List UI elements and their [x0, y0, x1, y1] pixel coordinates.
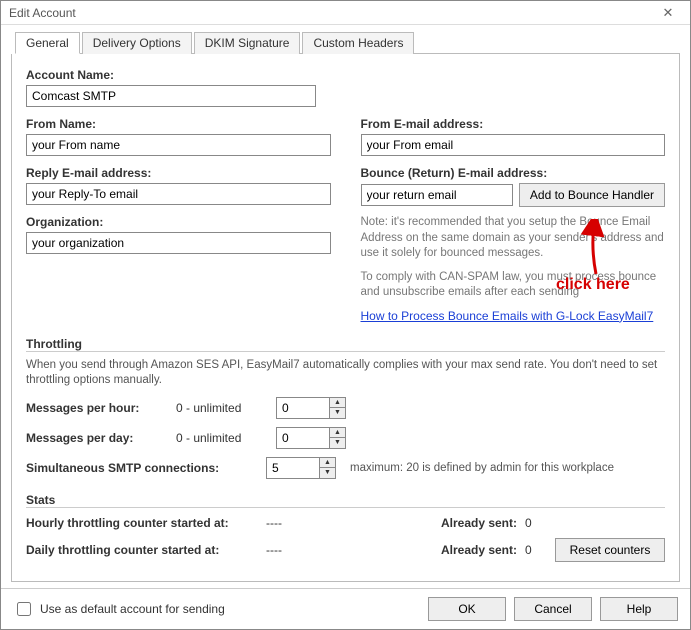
msg-per-hour-label: Messages per hour: [26, 401, 166, 415]
account-name-input[interactable] [26, 85, 316, 107]
daily-counter-value: ---- [266, 543, 326, 557]
daily-sent-label: Already sent: [417, 543, 517, 557]
chevron-up-icon[interactable]: ▲ [330, 428, 345, 439]
reply-email-input[interactable] [26, 183, 331, 205]
hourly-counter-label: Hourly throttling counter started at: [26, 516, 266, 530]
bounce-note-2: To comply with CAN-SPAM law, you must pr… [361, 270, 666, 301]
tab-general[interactable]: General [15, 32, 80, 54]
hourly-sent-value: 0 [525, 516, 555, 530]
msg-per-day-label: Messages per day: [26, 431, 166, 445]
organization-label: Organization: [26, 215, 331, 229]
from-email-label: From E-mail address: [361, 117, 666, 131]
msg-per-day-input[interactable] [277, 428, 329, 448]
from-email-input[interactable] [361, 134, 666, 156]
add-to-bounce-handler-button[interactable]: Add to Bounce Handler [519, 183, 665, 207]
tab-strip: General Delivery Options DKIM Signature … [15, 31, 680, 54]
smtp-conn-label: Simultaneous SMTP connections: [26, 461, 256, 475]
chevron-up-icon[interactable]: ▲ [320, 458, 335, 469]
reset-counters-button[interactable]: Reset counters [555, 538, 665, 562]
edit-account-window: Edit Account ✕ General Delivery Options … [0, 0, 691, 630]
ok-button[interactable]: OK [428, 597, 506, 621]
general-pane: Account Name: From Name: Reply E-mail ad… [11, 54, 680, 582]
default-account-text: Use as default account for sending [40, 602, 225, 616]
chevron-up-icon[interactable]: ▲ [330, 398, 345, 409]
from-name-input[interactable] [26, 134, 331, 156]
msg-per-hour-info: 0 - unlimited [176, 401, 266, 415]
smtp-conn-max: maximum: 20 is defined by admin for this… [350, 462, 614, 474]
bottom-bar: Use as default account for sending OK Ca… [1, 588, 690, 629]
reply-email-label: Reply E-mail address: [26, 166, 331, 180]
stats-title: Stats [26, 493, 665, 508]
msg-per-day-spinner[interactable]: ▲ ▼ [276, 427, 346, 449]
tab-dkim-signature[interactable]: DKIM Signature [194, 32, 301, 54]
bounce-email-input[interactable] [361, 184, 513, 206]
msg-per-hour-spinner[interactable]: ▲ ▼ [276, 397, 346, 419]
hourly-sent-label: Already sent: [417, 516, 517, 530]
close-icon[interactable]: ✕ [650, 5, 686, 21]
bounce-help-link[interactable]: How to Process Bounce Emails with G-Lock… [361, 309, 654, 323]
cancel-button[interactable]: Cancel [514, 597, 592, 621]
daily-counter-label: Daily throttling counter started at: [26, 543, 266, 557]
smtp-conn-input[interactable] [267, 458, 319, 478]
tab-custom-headers[interactable]: Custom Headers [302, 32, 414, 54]
help-button[interactable]: Help [600, 597, 678, 621]
daily-sent-value: 0 [525, 543, 555, 557]
msg-per-hour-input[interactable] [277, 398, 329, 418]
default-account-checkbox[interactable] [17, 602, 31, 616]
account-name-label: Account Name: [26, 68, 665, 82]
bounce-email-label: Bounce (Return) E-mail address: [361, 166, 666, 180]
throttling-title: Throttling [26, 337, 665, 352]
chevron-down-icon[interactable]: ▼ [330, 408, 345, 418]
titlebar: Edit Account ✕ [1, 1, 690, 25]
default-account-checkbox-label[interactable]: Use as default account for sending [13, 599, 225, 619]
bounce-note-1: Note: it's recommended that you setup th… [361, 215, 666, 262]
throttling-desc: When you send through Amazon SES API, Ea… [26, 358, 665, 389]
content-area: General Delivery Options DKIM Signature … [1, 25, 690, 588]
msg-per-day-info: 0 - unlimited [176, 431, 266, 445]
smtp-conn-spinner[interactable]: ▲ ▼ [266, 457, 336, 479]
from-name-label: From Name: [26, 117, 331, 131]
chevron-down-icon[interactable]: ▼ [330, 438, 345, 448]
chevron-down-icon[interactable]: ▼ [320, 468, 335, 478]
window-title: Edit Account [9, 6, 76, 20]
tab-delivery-options[interactable]: Delivery Options [82, 32, 192, 54]
organization-input[interactable] [26, 232, 331, 254]
hourly-counter-value: ---- [266, 516, 326, 530]
